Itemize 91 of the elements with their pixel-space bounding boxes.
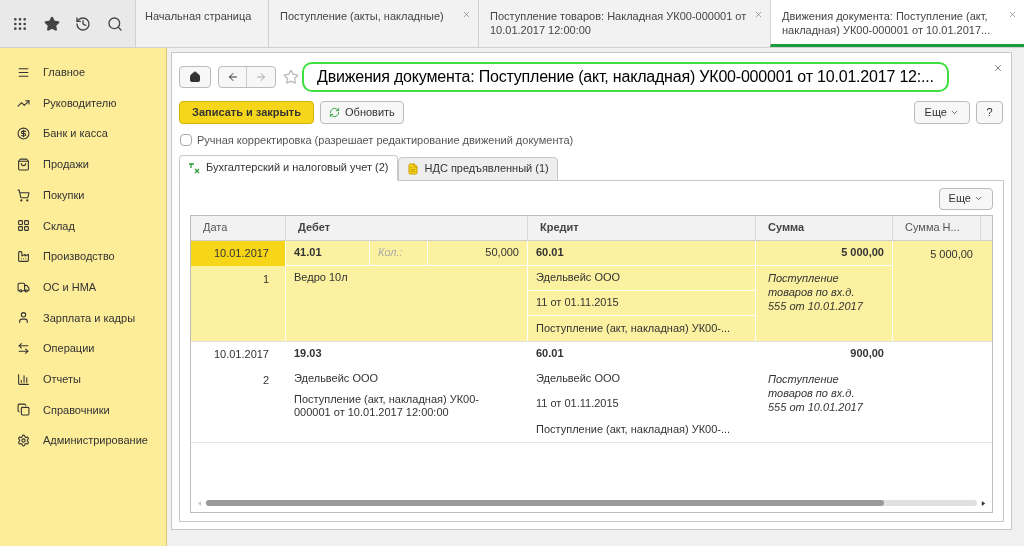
apps-grid-icon[interactable] — [11, 15, 28, 32]
table-row[interactable]: 10.01.2017 41.01 Кол.: 50,000 60.01 5 000,00 5 000,00 1 Ведро 10л Эдельвейс ООО 11 от 01.11.2015 Поступление (акт, накладная) УК00-... Поступление товаров по вх.д. 555 от 10.01.2017 — [191, 240, 992, 342]
refresh-button[interactable]: Обновить — [320, 101, 404, 124]
sidebar-item[interactable]: Операции — [0, 333, 166, 364]
debit-credit-icon — [188, 161, 200, 174]
menu-icon — [17, 65, 30, 79]
column-header[interactable]: Сумма — [768, 219, 805, 236]
table-cell-text: 2 — [262, 372, 269, 388]
tab-label: Поступление (акты, накладные) — [280, 9, 444, 23]
truck-icon — [17, 280, 30, 294]
star-icon[interactable] — [283, 69, 299, 85]
home-button[interactable] — [179, 66, 211, 88]
column-header[interactable]: Сумма Н... — [905, 219, 960, 236]
settings-icon — [17, 434, 30, 448]
sidebar-item[interactable]: Руководителю — [0, 87, 166, 119]
table-cell: Кол.: — [370, 240, 428, 266]
coin-icon — [17, 127, 30, 141]
table-cell-text: Эдельвейс ООО — [536, 371, 621, 387]
scroll-right-icon[interactable] — [981, 500, 986, 506]
document-icon — [406, 162, 419, 175]
star-icon[interactable] — [43, 15, 60, 32]
table-cell-text: Поступление (акт, накладная) УК00-... — [536, 320, 731, 336]
form-tab[interactable]: НДС предъявленный (1) — [397, 156, 558, 181]
caret-icon — [974, 194, 983, 203]
sidebar-item[interactable]: Продажи — [0, 149, 166, 180]
horizontal-scrollbar[interactable] — [206, 500, 977, 506]
window-tab[interactable]: Движения документа: Поступление (акт, накладная) УК00-000001 от 10.01.2017... — [770, 0, 1024, 47]
cart-icon — [17, 188, 30, 202]
column-header[interactable]: Кредит — [540, 219, 579, 236]
history-icon[interactable] — [75, 15, 92, 32]
table-cell-text: 19.03 — [293, 346, 323, 362]
tab-label: Поступление товаров: Накладная УК00-000001 от 10.01.2017 12:00:00 — [490, 9, 748, 37]
save-and-close-button[interactable]: Записать и закрыть — [179, 101, 315, 124]
table-cell-text: Поступление товаров по вх.д. 555 от 10.01.2017 — [768, 270, 864, 313]
sidebar-item[interactable]: Отчеты — [0, 363, 166, 395]
person-icon — [17, 311, 30, 325]
sidebar-item[interactable]: ОС и НМА — [0, 271, 166, 303]
table-cell-text: Поступление товаров по вх.д. 555 от 10.01.2017 — [768, 371, 864, 414]
table-cell-text: 10.01.2017 — [212, 346, 270, 362]
close-icon[interactable] — [993, 63, 1003, 73]
help-button[interactable]: ? — [976, 101, 1003, 124]
sidebar-item[interactable]: Производство — [0, 241, 166, 272]
caret-icon — [950, 108, 959, 117]
close-icon[interactable] — [754, 10, 763, 19]
table-cell-text: Эдельвейс ООО — [294, 371, 380, 385]
home-icon — [189, 71, 201, 83]
table-cell-text: 11 от 01.11.2015 — [536, 295, 619, 311]
bag-icon — [17, 157, 30, 171]
forward-arrow-icon — [255, 71, 267, 83]
column-header[interactable]: Дебет — [298, 219, 331, 236]
table-cell: 5 000,00 — [756, 240, 893, 266]
sidebar-item[interactable]: Главное — [0, 57, 166, 88]
grid-icon — [17, 219, 30, 233]
sidebar-item[interactable]: Справочники — [0, 394, 166, 426]
table-cell-text: 60.01 — [535, 346, 565, 362]
close-icon[interactable] — [462, 10, 471, 19]
form-title: Движения документа: Поступление (акт, накладная) УК00-000001 от 10.01.2017 12:... — [302, 62, 949, 92]
table-cell-text: 5 000,00 — [930, 246, 973, 262]
table-cell: 60.01 — [528, 240, 613, 266]
sidebar-item[interactable]: Банк и касса — [0, 118, 166, 150]
table-cell-text: 1 — [262, 271, 269, 287]
scroll-left-icon[interactable] — [197, 500, 202, 506]
table-cell-text: 900,00 — [849, 346, 885, 362]
factory-icon — [17, 249, 30, 263]
column-header[interactable]: Дата — [203, 219, 228, 236]
table-cell-text: Поступление (акт, накладная) УК00-000001 от 10.01.2017 12:00:00 — [294, 392, 480, 419]
table-cell-text: 11 от 01.11.2015 — [536, 396, 619, 412]
checkbox[interactable] — [180, 134, 192, 147]
copy-icon — [17, 403, 30, 417]
table-cell: 50,000 — [428, 240, 528, 266]
more-button[interactable]: Еще — [938, 187, 993, 210]
table-cell: 10.01.2017 — [191, 240, 286, 266]
sidebar-item[interactable]: Зарплата и кадры — [0, 302, 166, 334]
back-arrow-icon — [226, 71, 239, 83]
sidebar-item[interactable]: Склад — [0, 210, 166, 242]
sidebar-item[interactable]: Покупки — [0, 179, 166, 211]
table-cell-text: Поступление (акт, накладная) УК00-... — [536, 421, 731, 437]
form-tab[interactable]: Бухгалтерский и налоговый учет (2) — [179, 154, 398, 181]
search-icon[interactable] — [107, 15, 124, 32]
refresh-icon — [329, 107, 341, 118]
table-cell-text: Эдельвейс ООО — [536, 270, 621, 286]
tab-label: Начальная страница — [145, 9, 252, 23]
sidebar-item[interactable]: Администрирование — [0, 425, 166, 456]
tab-label: Движения документа: Поступление (акт, накладная) УК00-000001 от 10.01.2017... — [782, 9, 992, 37]
bar-chart-icon — [17, 372, 30, 386]
table-cell: 41.01 — [286, 240, 370, 266]
checkbox-label: Ручная корректировка (разрешает редактирование движений документа) — [197, 133, 574, 148]
more-button[interactable]: Еще — [913, 101, 970, 124]
table-cell-text: Ведро 10л — [294, 270, 349, 284]
close-icon[interactable] — [1008, 10, 1017, 19]
exchange-icon — [17, 342, 30, 356]
